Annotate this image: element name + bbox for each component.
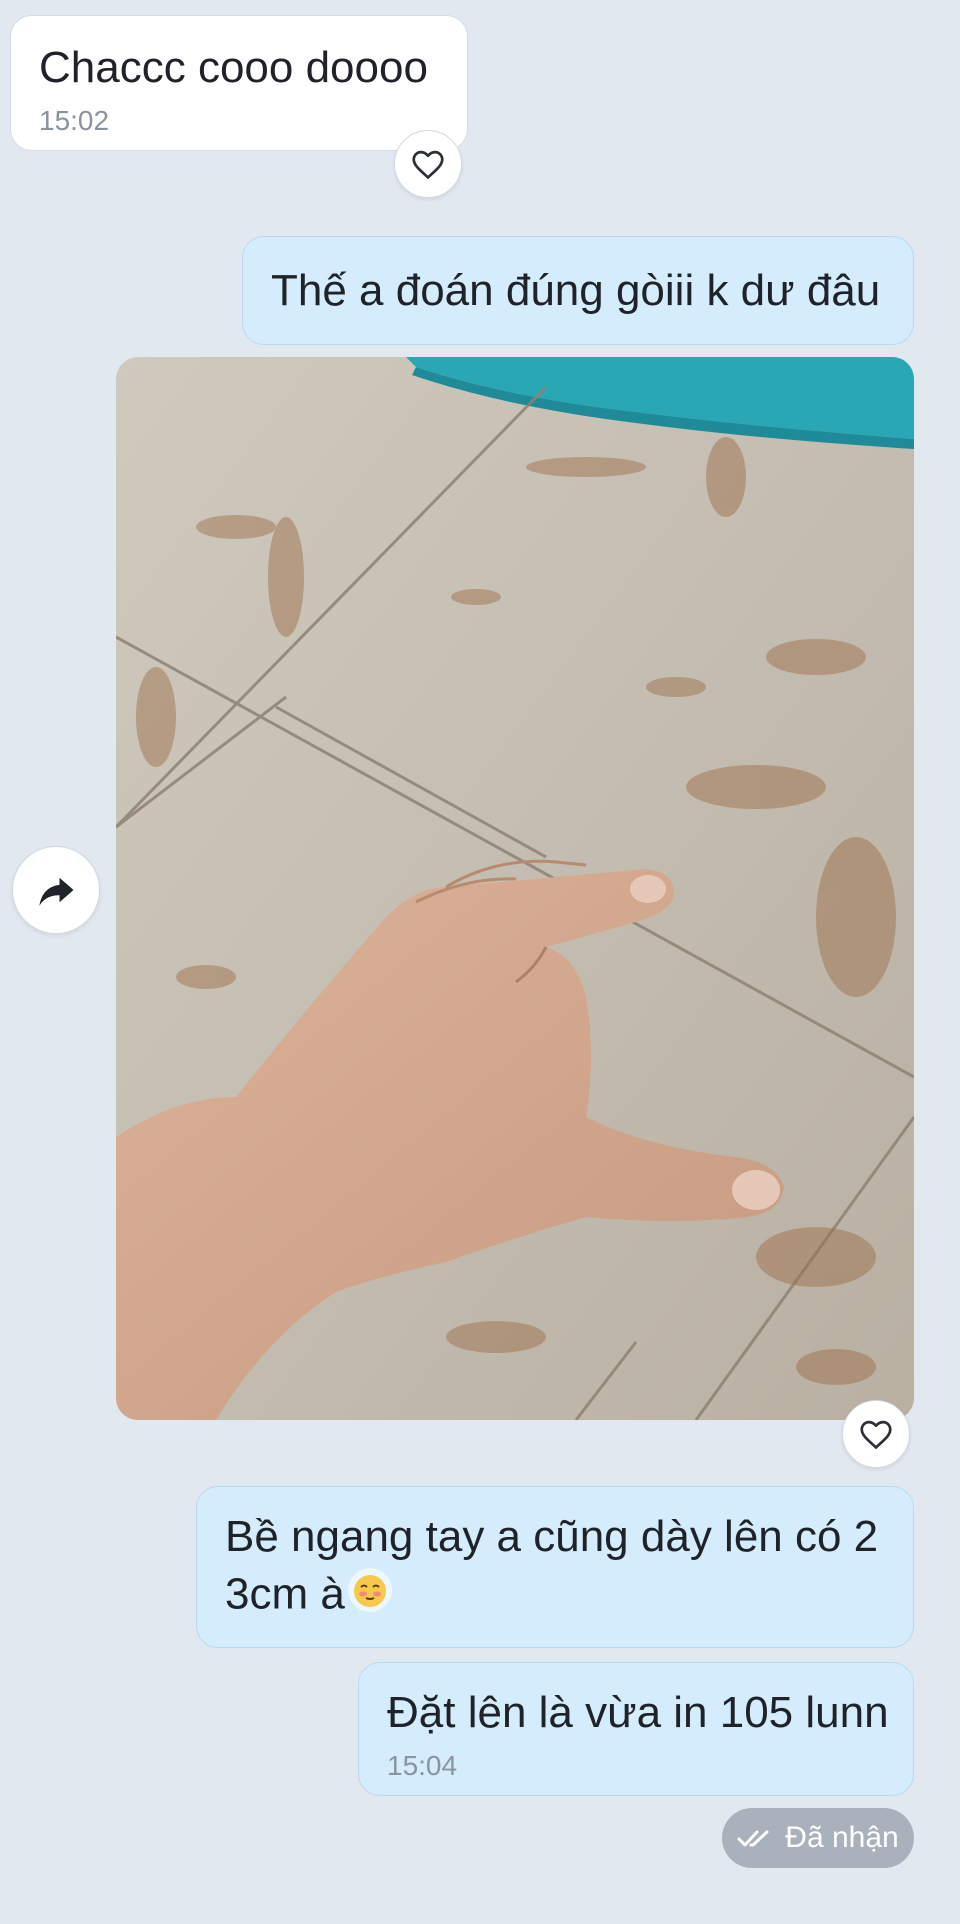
message-text-line: Bề ngang tay a cũng dày lên có 2: [225, 1512, 879, 1561]
message-time: 15:04: [387, 1750, 458, 1781]
double-check-icon: [737, 1830, 769, 1847]
react-heart-button[interactable]: [394, 130, 462, 198]
photo-hand-on-tile-floor: [116, 357, 914, 1420]
message-text: Đặt lên là vừa in 105 lunn: [387, 1688, 889, 1737]
heart-outline-icon: [412, 150, 444, 179]
message-text-fragment: 3cm à: [225, 1569, 345, 1619]
outgoing-message-bubble[interactable]: Đặt lên là vừa in 105 lunn 15:04: [358, 1662, 914, 1796]
share-arrow-icon: [39, 877, 74, 906]
incoming-message-bubble[interactable]: Chaccc cooo doooo 15:02: [10, 15, 468, 151]
delivery-status-badge: Đã nhận: [722, 1808, 914, 1868]
message-text: Chaccc cooo doooo: [39, 43, 428, 92]
status-label: Đã nhận: [785, 1821, 899, 1854]
react-heart-button[interactable]: [842, 1400, 910, 1468]
outgoing-message-bubble[interactable]: Bề ngang tay a cũng dày lên có 2 3cm à: [196, 1486, 914, 1648]
message-text-line: 3cm à: [225, 1565, 913, 1629]
heart-outline-icon: [860, 1420, 892, 1449]
message-text: Thế a đoán đúng gòiii k dư đâu: [271, 266, 881, 315]
forward-share-button[interactable]: [12, 846, 100, 934]
photo-message[interactable]: [116, 357, 914, 1420]
blushing-face-emoji: [345, 1565, 395, 1629]
outgoing-message-bubble[interactable]: Thế a đoán đúng gòiii k dư đâu: [242, 236, 914, 345]
message-time: 15:02: [39, 105, 110, 136]
